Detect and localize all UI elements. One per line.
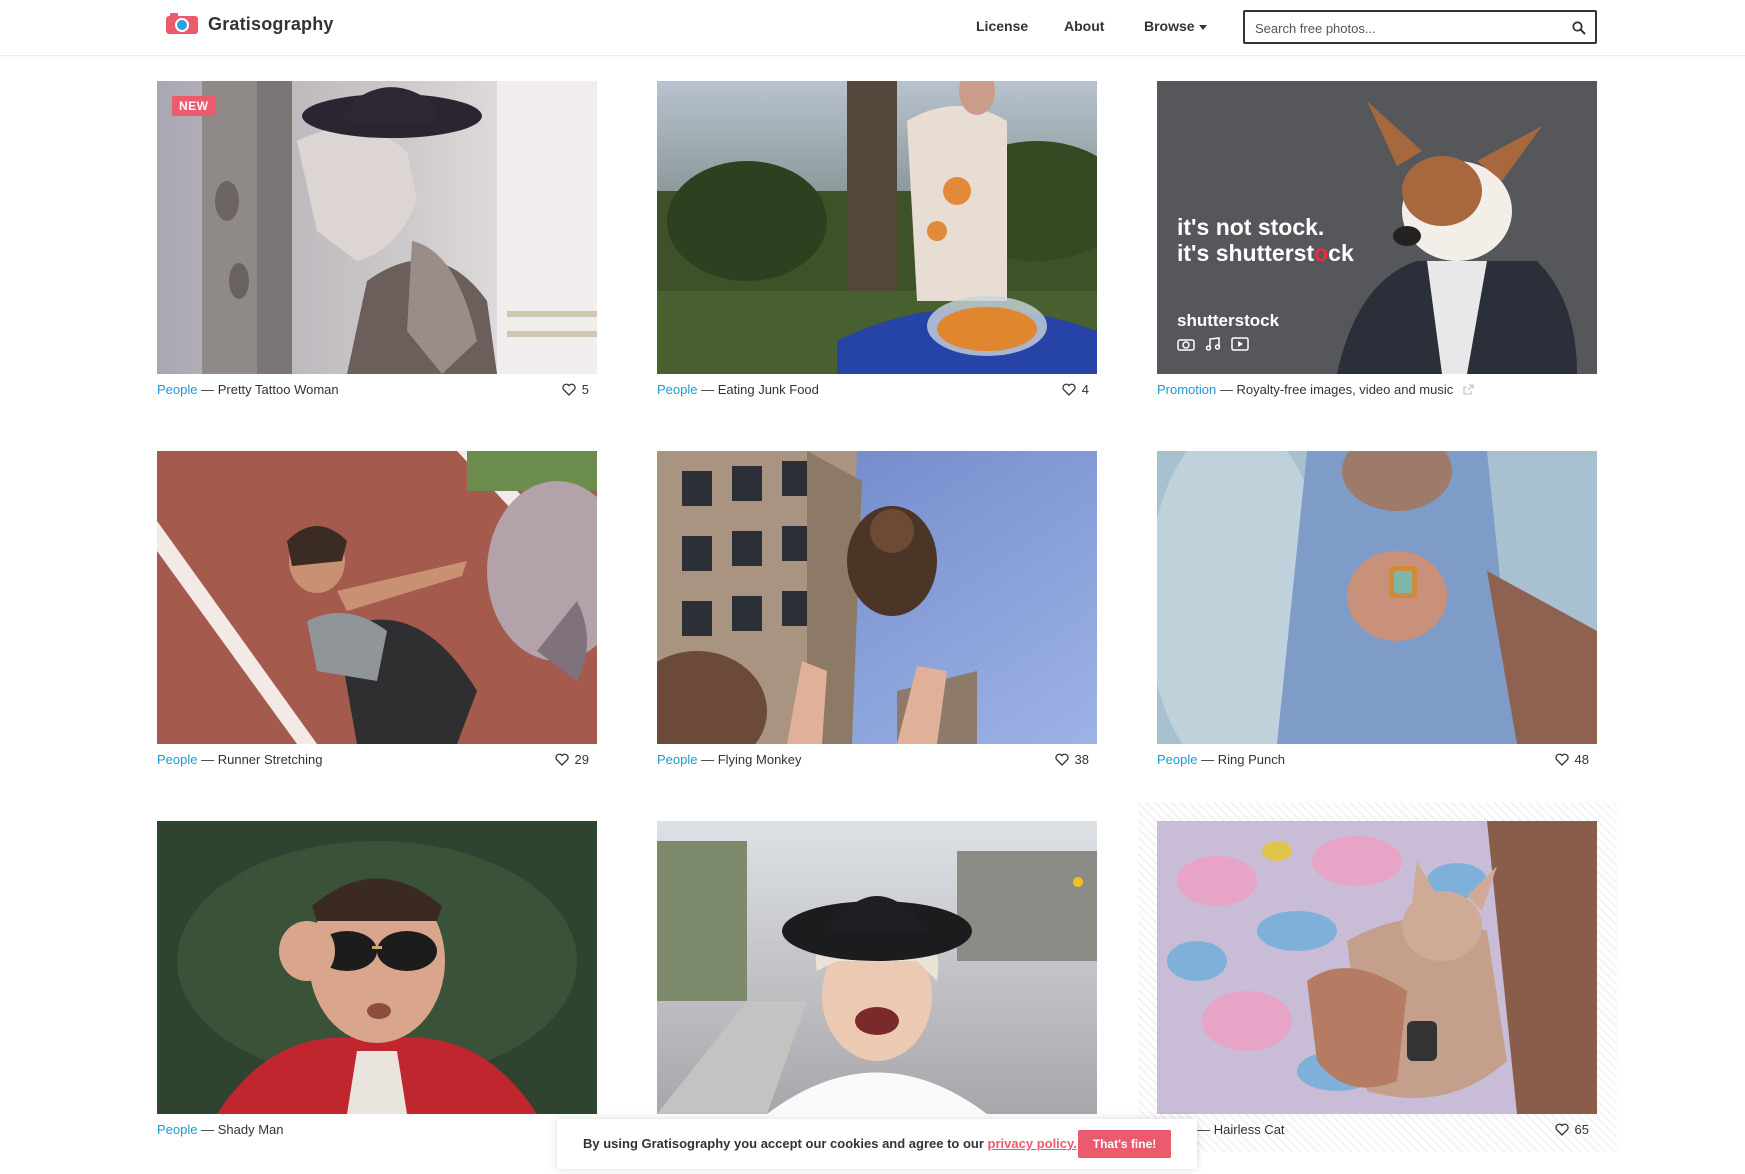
photo-ring-punch[interactable] [1157,451,1597,744]
photo-caption: People — Eating Junk Food 4 [657,382,1089,397]
cookie-message: By using Gratisography you accept our co… [583,1136,1077,1151]
shutterstock-logo: shutterstock [1177,311,1280,330]
like-button[interactable]: 65 [1554,1122,1589,1137]
heart-icon [1062,383,1076,396]
music-icon [1205,337,1221,351]
photo-caption: People — Ring Punch 48 [1157,752,1589,767]
photo-caption: People — Flying Monkey 38 [657,752,1089,767]
site-header: Gratisography License About Browse [0,0,1745,56]
promo-line-1: it's not stock. [1177,214,1325,240]
video-icon [1231,337,1249,351]
photo-caption: People — Pretty Tattoo Woman 5 [157,382,589,397]
photo-flying-monkey[interactable] [657,451,1097,744]
like-button[interactable]: 29 [554,752,589,767]
photo-card: s — Hairless Cat 65 [1157,821,1597,1146]
photo-title[interactable]: Eating Junk Food [718,382,819,397]
like-count: 4 [1081,382,1089,397]
new-badge: NEW [172,96,216,116]
photo-card: People — Shady Man [157,821,597,1146]
promo-line-2: it's shutterstock [1177,240,1354,266]
category-link[interactable]: People [157,1122,197,1137]
brand-logo[interactable]: Gratisography [166,13,334,35]
photo-card: People — Runner Stretching 29 [157,451,597,776]
brand-name: Gratisography [208,13,334,34]
search-box [1243,10,1597,44]
external-link-icon [1463,384,1474,395]
photo-card [657,821,1097,1146]
nav-about[interactable]: About [1064,18,1104,34]
heart-icon [554,753,569,766]
category-link[interactable]: People [1157,752,1197,767]
privacy-policy-link[interactable]: privacy policy. [988,1136,1077,1151]
category-link[interactable]: People [157,382,197,397]
heart-icon [1054,753,1069,766]
nav-browse[interactable]: Browse [1144,18,1207,34]
photo-card: People — Ring Punch 48 [1157,451,1597,776]
like-count: 29 [574,752,589,767]
cookie-consent-bar: By using Gratisography you accept our co… [557,1119,1197,1169]
promo-card: it's not stock. it's shutterstock shutte… [1157,81,1597,406]
photo-title[interactable]: Runner Stretching [218,752,323,767]
accept-cookies-button[interactable]: That's fine! [1078,1130,1171,1158]
media-type-icons [1177,337,1249,351]
heart-icon [1554,1123,1569,1136]
photo-hairless-cat[interactable] [1157,821,1597,1114]
search-input[interactable] [1255,19,1555,37]
promo-title[interactable]: Royalty-free images, video and music [1236,382,1453,397]
promo-headline: it's not stock. it's shutterstock [1177,214,1354,266]
photo-card: People — Flying Monkey 38 [657,451,1097,776]
cookie-text: By using Gratisography you accept our co… [583,1136,988,1151]
heart-icon [1554,753,1569,766]
category-link[interactable]: People [657,752,697,767]
camera-icon [1177,339,1195,351]
nav-license[interactable]: License [976,18,1028,34]
category-link[interactable]: People [157,752,197,767]
photo-title[interactable]: Ring Punch [1218,752,1285,767]
nav-browse-label: Browse [1144,18,1195,34]
photo-eating-junk-food[interactable] [657,81,1097,374]
photo-caption: Promotion — Royalty-free images, video a… [1157,382,1597,406]
photo-caption: s — Hairless Cat 65 [1157,1122,1597,1146]
like-button[interactable]: 5 [562,382,589,397]
heart-icon [562,383,576,396]
photo-caption: People — Shady Man [157,1122,284,1137]
like-count: 48 [1574,752,1589,767]
like-count: 5 [581,382,589,397]
like-button[interactable]: 38 [1054,752,1089,767]
promo-line-2-start: it's shutterst [1177,240,1315,266]
chevron-down-icon [1198,24,1207,30]
promo-line-2-end: ck [1328,240,1354,266]
photo-card: NEW People — Pretty Tattoo Woman 5 [157,81,597,406]
photo-runner-stretching[interactable] [157,451,597,744]
photo-shady-man[interactable] [157,821,597,1114]
category-link[interactable]: Promotion [1157,382,1216,397]
like-button[interactable]: 48 [1554,752,1589,767]
search-icon[interactable] [1571,20,1587,36]
photo-title[interactable]: Shady Man [218,1122,284,1137]
like-count: 38 [1074,752,1089,767]
like-button[interactable]: 4 [1062,382,1089,397]
photo-title[interactable]: Pretty Tattoo Woman [218,382,339,397]
like-count: 65 [1574,1122,1589,1137]
photo-laughing-woman[interactable] [657,821,1097,1114]
photo-pretty-tattoo-woman[interactable]: NEW [157,81,597,374]
photo-caption: People — Runner Stretching 29 [157,752,589,767]
promo-banner[interactable]: it's not stock. it's shutterstock shutte… [1157,81,1597,374]
photo-title[interactable]: Hairless Cat [1214,1122,1285,1137]
category-link[interactable]: People [657,382,697,397]
photo-card: People — Eating Junk Food 4 [657,81,1097,406]
camera-logo-icon [166,13,198,35]
photo-title[interactable]: Flying Monkey [718,752,802,767]
